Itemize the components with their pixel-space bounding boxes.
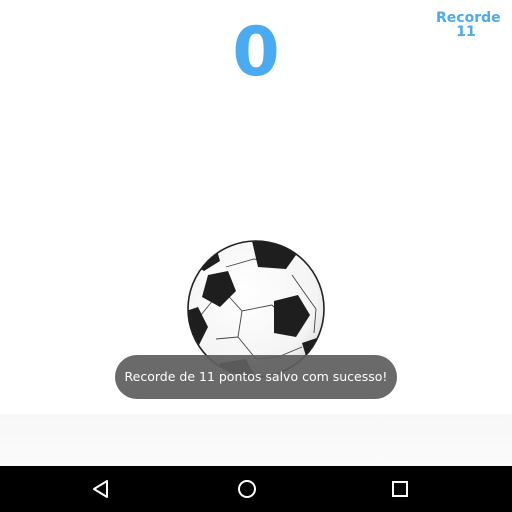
recents-button[interactable] xyxy=(372,466,428,512)
game-area[interactable]: 0 Recorde 11 Recorde de 11 pontos salvo … xyxy=(0,0,512,466)
circle-home-icon xyxy=(238,480,256,498)
home-button[interactable] xyxy=(219,466,275,512)
navigation-bar xyxy=(0,466,512,512)
floor-strip xyxy=(0,414,512,466)
record-value: 11 xyxy=(456,24,476,40)
toast-message: Recorde de 11 pontos salvo com sucesso! xyxy=(115,355,397,399)
square-recents-icon xyxy=(392,481,408,497)
back-button[interactable] xyxy=(73,466,129,512)
record-display: Recorde 11 xyxy=(436,10,501,40)
record-label: Recorde xyxy=(436,10,501,26)
triangle-back-icon xyxy=(93,480,108,498)
